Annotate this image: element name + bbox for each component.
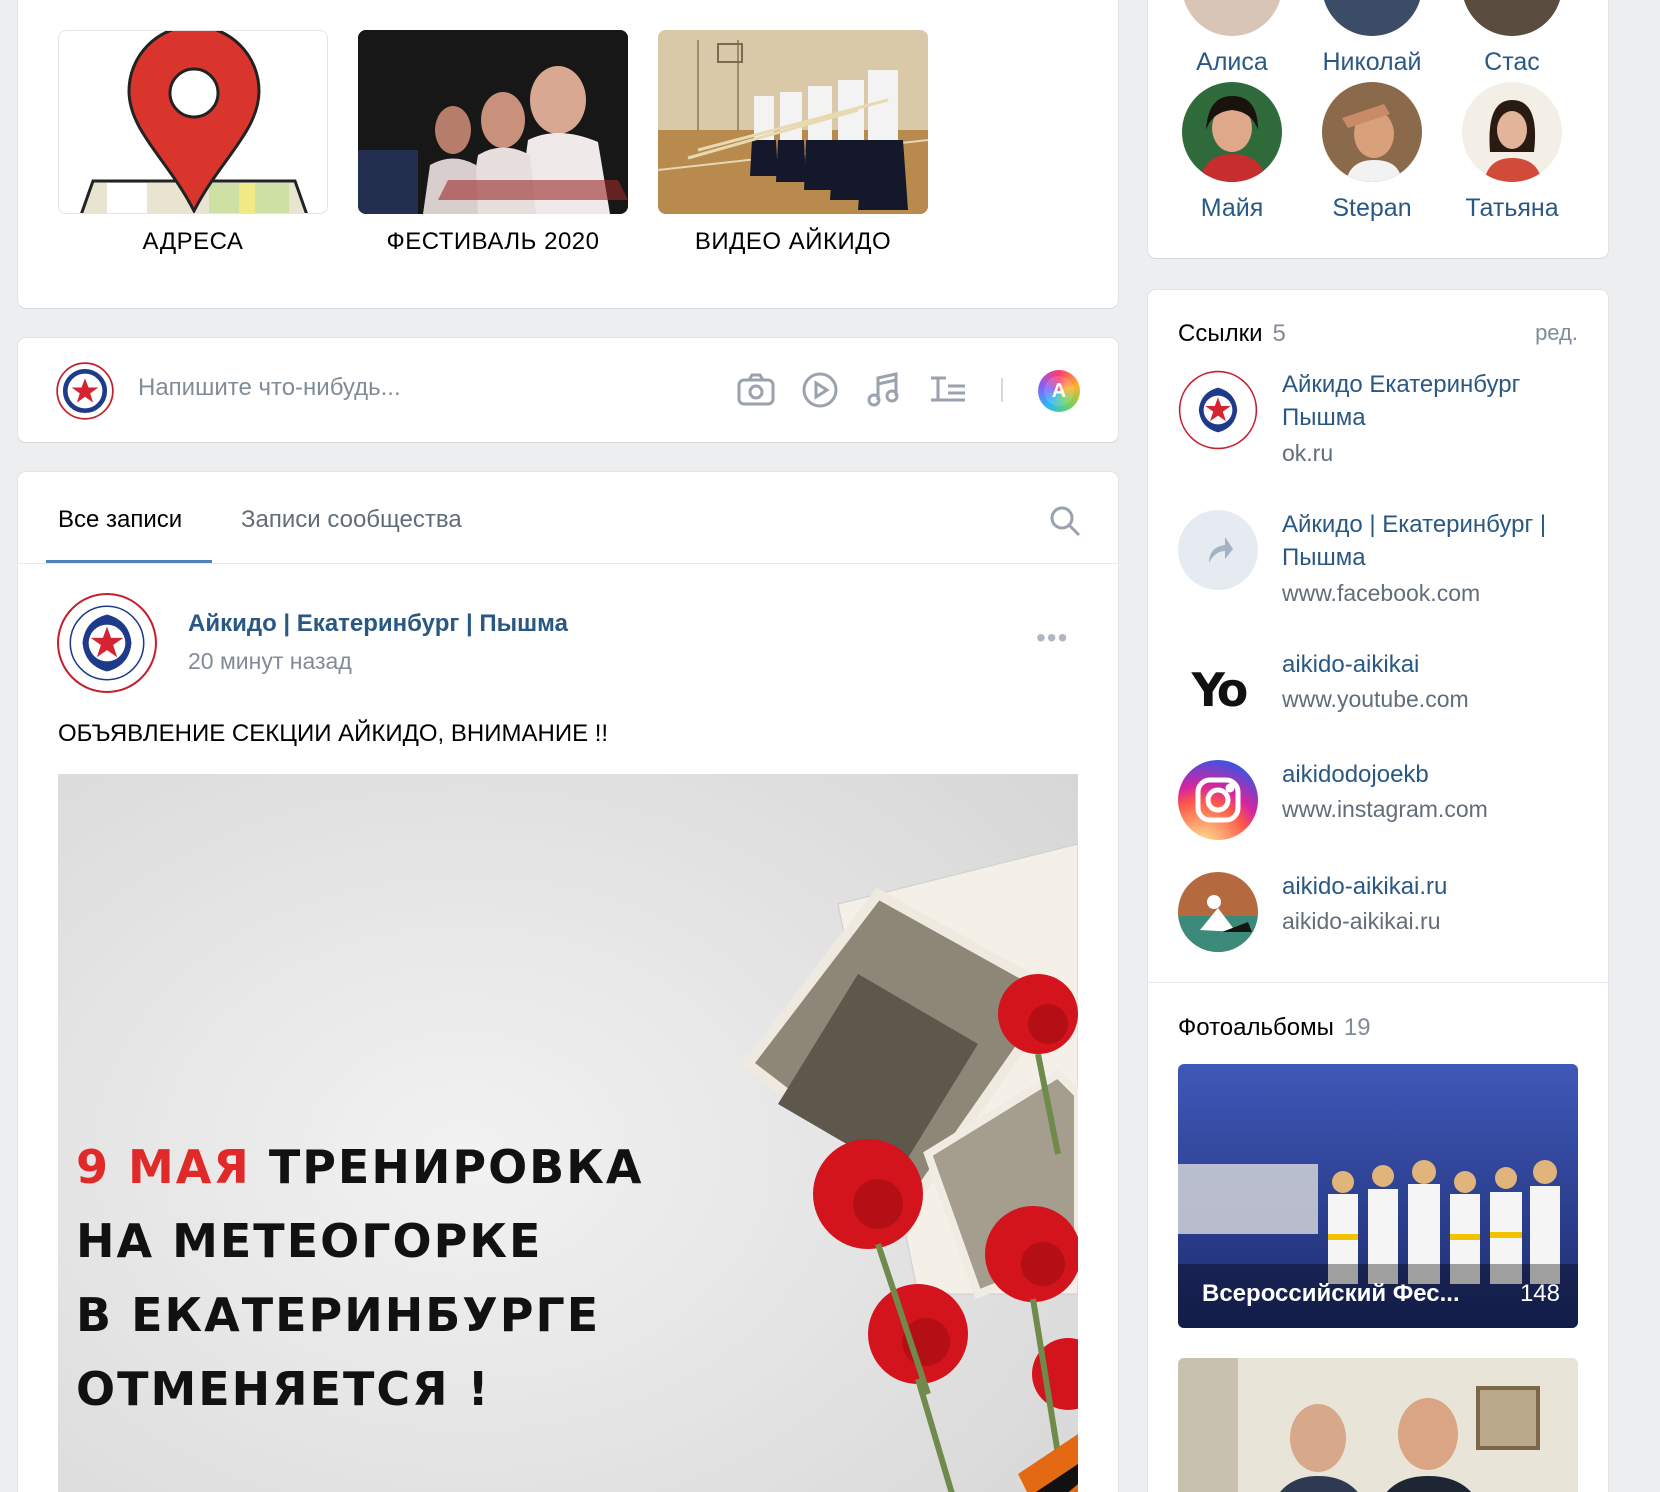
addresses-tile[interactable] bbox=[58, 30, 328, 214]
post-text: ОБЪЯВЛЕНИЕ СЕКЦИИ АЙКИДО, ВНИМАНИЕ !! bbox=[58, 720, 609, 747]
member-name: Алиса bbox=[1196, 48, 1268, 76]
community-avatar bbox=[56, 362, 114, 420]
video-caption: ВИДЕО АЙКИДО bbox=[694, 228, 892, 255]
site-thumbnail bbox=[1178, 872, 1258, 952]
image-line-3: В ЕКАТЕРИНБУРГЕ bbox=[76, 1288, 601, 1342]
link-url: www.facebook.com bbox=[1282, 580, 1481, 606]
avatar bbox=[1322, 0, 1422, 36]
member-stepan[interactable]: Stepan bbox=[1302, 82, 1442, 223]
album-cover bbox=[1178, 1358, 1578, 1492]
link-title: aikido-aikikai.ru bbox=[1282, 873, 1448, 900]
composer-divider bbox=[1001, 378, 1003, 402]
member-name: Майя bbox=[1200, 194, 1264, 222]
article-icon[interactable] bbox=[928, 370, 968, 410]
member-nikolai[interactable]: Николай bbox=[1302, 0, 1442, 77]
albums-count: 19 bbox=[1343, 1014, 1371, 1041]
avatar bbox=[1182, 82, 1282, 182]
album-meeting[interactable] bbox=[1178, 1358, 1578, 1492]
member-tatyana[interactable]: Татьяна bbox=[1442, 82, 1582, 223]
links-edit-button[interactable]: ред. bbox=[1535, 320, 1578, 346]
post-composer: Напишите что-нибудь... A bbox=[18, 338, 1118, 442]
link-title: aikido-aikikai bbox=[1282, 651, 1420, 678]
image-word-training: ТРЕНИРОВКА bbox=[268, 1140, 644, 1194]
wall-feed: Все записи Записи сообщества Айкидо | Ек… bbox=[18, 472, 1118, 1492]
members-block: Алиса Николай Стас Майя Stepan Татьяна bbox=[1148, 0, 1608, 258]
link-title: Айкидо | Екатеринбург | Пышма bbox=[1282, 511, 1547, 571]
albums-title: Фотоальбомы bbox=[1178, 1014, 1334, 1041]
video-tile[interactable] bbox=[658, 30, 928, 214]
youtube-thumbnail: Yo bbox=[1178, 650, 1258, 730]
avatar bbox=[1322, 82, 1422, 182]
album-festival[interactable]: Всероссийский Фес... 148 bbox=[1178, 1064, 1578, 1328]
image-line-2: НА МЕТЕОГОРКЕ bbox=[76, 1214, 543, 1268]
addresses-caption: АДРЕСА bbox=[142, 228, 244, 255]
links-block: АДРЕСА ФЕСТИВАЛЬ 2020 ВИДЕО АЙКИДО bbox=[18, 0, 1118, 308]
tab-community-posts[interactable]: Записи сообщества bbox=[241, 506, 462, 534]
link-title: Айкидо Екатеринбург Пышма bbox=[1282, 371, 1521, 431]
member-name: Стас bbox=[1484, 48, 1540, 76]
link-url: www.instagram.com bbox=[1282, 796, 1488, 822]
link-title: aikidodojoekb bbox=[1282, 761, 1429, 788]
avatar bbox=[1182, 0, 1282, 36]
post-image[interactable]: 9 МАЯ ТРЕНИРОВКА НА МЕТЕОГОРКЕ В ЕКАТЕРИ… bbox=[58, 774, 1078, 1492]
member-stas[interactable]: Стас bbox=[1442, 0, 1582, 77]
post-image-caption: 9 МАЯ ТРЕНИРОВКА НА МЕТЕОГОРКЕ В ЕКАТЕРИ… bbox=[76, 1130, 643, 1426]
camera-icon[interactable] bbox=[736, 370, 776, 410]
link-url: aikido-aikikai.ru bbox=[1282, 908, 1441, 934]
member-name: Stepan bbox=[1332, 194, 1412, 222]
avatar bbox=[1462, 82, 1562, 182]
music-icon[interactable] bbox=[864, 370, 904, 410]
post-author-name[interactable]: Айкидо | Екатеринбург | Пышма bbox=[188, 610, 568, 638]
external-link-icon bbox=[1178, 510, 1258, 590]
member-alisa[interactable]: Алиса bbox=[1162, 0, 1302, 77]
albums-header[interactable]: Фотоальбомы 19 bbox=[1178, 1014, 1371, 1042]
festival-photo bbox=[358, 30, 628, 214]
avatar bbox=[1462, 0, 1562, 36]
festival-tile[interactable] bbox=[358, 30, 628, 214]
poster-badge: A bbox=[1044, 376, 1074, 406]
video-icon[interactable] bbox=[800, 370, 840, 410]
tabs-divider bbox=[18, 563, 1118, 564]
search-icon[interactable] bbox=[1048, 504, 1082, 543]
ok-link-avatar bbox=[1178, 370, 1258, 450]
image-date: 9 МАЯ bbox=[76, 1140, 251, 1194]
albums-divider bbox=[1148, 982, 1608, 983]
album-photo-count: 148 bbox=[1519, 1280, 1560, 1307]
link-url: www.youtube.com bbox=[1282, 686, 1469, 712]
link-url: ok.ru bbox=[1282, 440, 1334, 466]
links-count: 5 bbox=[1272, 320, 1286, 347]
post-timestamp[interactable]: 20 минут назад bbox=[188, 648, 352, 675]
member-name: Татьяна bbox=[1465, 194, 1559, 222]
post-more-icon[interactable]: ••• bbox=[1036, 622, 1068, 654]
links-sidebar: Ссылки 5 ред. Айкидо Екатеринбург Пышма o… bbox=[1148, 290, 1608, 1492]
composer-input[interactable]: Напишите что-нибудь... bbox=[138, 374, 401, 402]
poster-icon[interactable]: A bbox=[1038, 370, 1080, 412]
aikido-video-photo bbox=[658, 30, 928, 214]
map-pin-icon bbox=[80, 31, 308, 213]
tab-all-posts[interactable]: Все записи bbox=[58, 506, 182, 534]
links-title: Ссылки bbox=[1178, 320, 1263, 347]
instagram-icon bbox=[1178, 760, 1258, 840]
member-name: Николай bbox=[1322, 48, 1422, 76]
festival-caption: ФЕСТИВАЛЬ 2020 bbox=[386, 228, 600, 255]
album-title: Всероссийский Фес... bbox=[1202, 1280, 1460, 1307]
links-header[interactable]: Ссылки 5 bbox=[1178, 320, 1286, 348]
image-line-4: ОТМЕНЯЕТСЯ ! bbox=[76, 1362, 491, 1416]
post-author-avatar[interactable] bbox=[56, 592, 158, 694]
member-maya[interactable]: Майя bbox=[1162, 82, 1302, 223]
image-line-1: 9 МАЯ ТРЕНИРОВКА bbox=[76, 1130, 643, 1204]
